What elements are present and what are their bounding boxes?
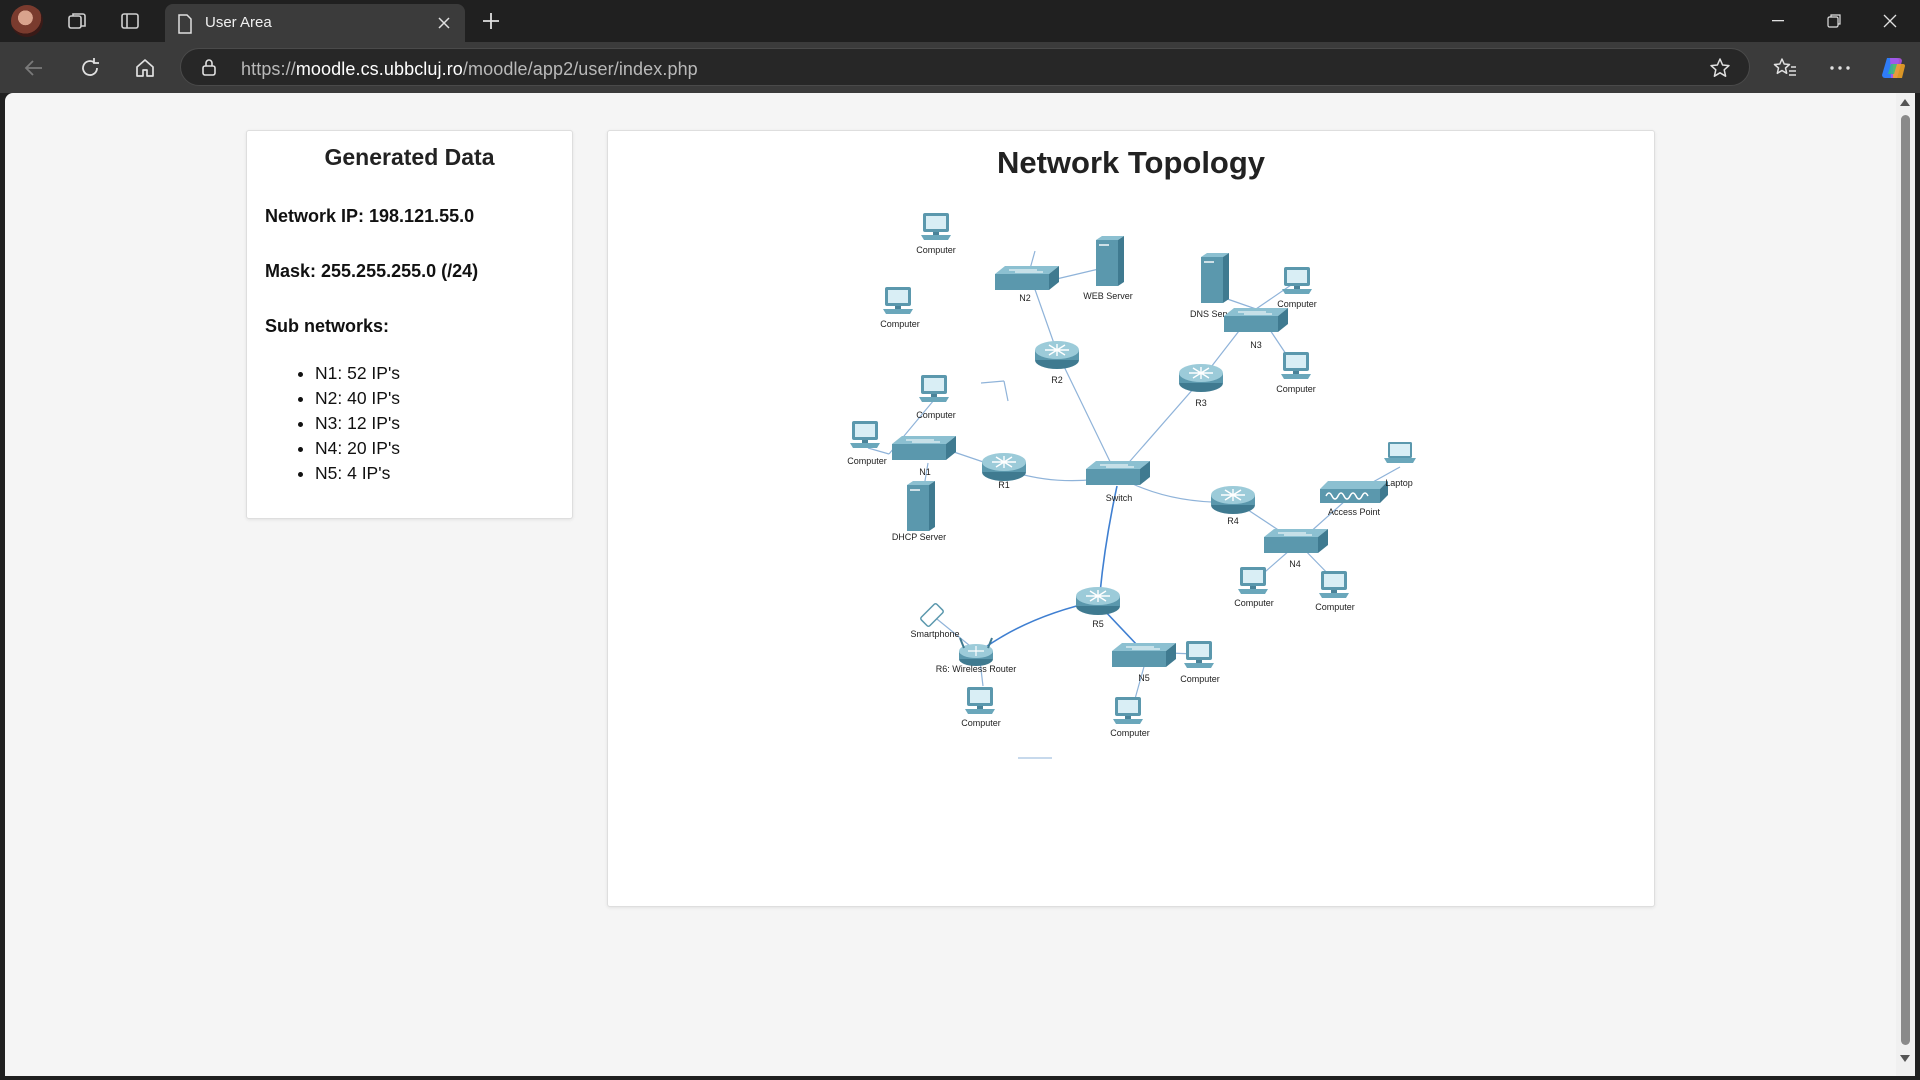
list-item: N4: 20 IP's <box>315 436 400 461</box>
home-button[interactable] <box>131 54 159 82</box>
back-button[interactable] <box>20 54 48 82</box>
computer-icon[interactable] <box>883 287 913 314</box>
router-r1-icon[interactable] <box>981 452 1027 482</box>
network-ip-text: Network IP: 198.121.55.0 <box>265 206 475 226</box>
device-label: Computer <box>1276 384 1316 394</box>
device-label: Computer <box>1315 602 1355 612</box>
tab-actions-icon[interactable] <box>117 9 143 33</box>
list-item: N2: 40 IP's <box>315 386 400 411</box>
device-label: Computer <box>1180 674 1220 684</box>
workspaces-icon[interactable] <box>64 9 90 33</box>
mask-text: Mask: 255.255.255.0 (/24) <box>265 261 479 281</box>
central-switch-icon[interactable] <box>1085 460 1151 486</box>
device-label: Computer <box>961 718 1001 728</box>
list-item: N1: 52 IP's <box>315 361 400 386</box>
new-tab-button[interactable] <box>478 8 504 34</box>
device-label: Access Point <box>1328 507 1381 517</box>
computer-icon[interactable] <box>1113 697 1143 724</box>
address-bar[interactable]: https://moodle.cs.ubbcluj.ro/moodle/app2… <box>180 48 1750 86</box>
device-label: Computer <box>916 245 956 255</box>
page-scrollbar[interactable] <box>1896 93 1915 1076</box>
restore-button[interactable] <box>1806 0 1862 42</box>
copilot-icon[interactable] <box>1879 54 1907 82</box>
computer-icon[interactable] <box>1282 267 1312 294</box>
device-label: Computer <box>1110 728 1150 738</box>
url-text[interactable]: https://moodle.cs.ubbcluj.ro/moodle/app2… <box>241 59 698 80</box>
device-label: N1 <box>919 467 931 477</box>
profile-avatar[interactable] <box>11 5 43 37</box>
router-r3-icon[interactable] <box>1178 363 1224 393</box>
browser-toolbar: https://moodle.cs.ubbcluj.ro/moodle/app2… <box>0 42 1920 93</box>
favorite-star-icon[interactable] <box>1709 57 1731 84</box>
device-label: Computer <box>847 456 887 466</box>
computer-icon[interactable] <box>919 375 949 402</box>
page-icon <box>177 14 193 39</box>
dhcp-server-icon[interactable] <box>907 481 935 531</box>
close-tab-icon[interactable] <box>433 12 455 34</box>
device-label: R3 <box>1195 398 1207 408</box>
smartphone-icon[interactable] <box>919 602 945 628</box>
device-label: Computer <box>1234 598 1274 608</box>
router-r2-icon[interactable] <box>1034 340 1080 370</box>
device-label: Laptop <box>1385 478 1413 488</box>
computer-icon[interactable] <box>1184 641 1214 668</box>
switch-n1-icon[interactable] <box>891 435 957 461</box>
lock-icon[interactable] <box>201 58 217 81</box>
switch-n4-icon[interactable] <box>1263 528 1329 554</box>
device-label: Switch <box>1106 493 1133 503</box>
laptop-icon[interactable] <box>1384 442 1416 463</box>
more-options-icon[interactable] <box>1826 54 1854 82</box>
subnets-list: N1: 52 IP's N2: 40 IP's N3: 12 IP's N4: … <box>265 361 400 486</box>
wireless-router-r6-icon[interactable] <box>958 637 994 667</box>
device-label: WEB Server <box>1083 291 1133 301</box>
close-window-button[interactable] <box>1862 0 1918 42</box>
computer-icon[interactable] <box>850 421 880 448</box>
device-label: R6: Wireless Router <box>936 664 1017 674</box>
device-label: R2 <box>1051 375 1063 385</box>
tab-title: User Area <box>205 14 272 31</box>
device-label: Computer <box>1277 299 1317 309</box>
device-label: R5 <box>1092 619 1104 629</box>
computer-icon[interactable] <box>1281 352 1311 379</box>
router-r5-icon[interactable] <box>1075 586 1121 616</box>
switch-n2-icon[interactable] <box>994 265 1060 291</box>
generated-data-card: Generated Data Network IP: 198.121.55.0 … <box>246 130 573 519</box>
dns-server-icon[interactable] <box>1201 253 1229 303</box>
subnets-heading: Sub networks: <box>265 316 390 336</box>
computer-icon[interactable] <box>1238 567 1268 594</box>
page-viewport: Generated Data Network IP: 198.121.55.0 … <box>5 93 1896 1076</box>
router-r4-icon[interactable] <box>1210 485 1256 515</box>
scroll-down-arrow-icon[interactable] <box>1900 1055 1910 1062</box>
computer-icon[interactable] <box>921 213 951 240</box>
topology-diagram: Computer N2 WEB Server Computer R2 DNS S… <box>847 213 1416 759</box>
computer-icon[interactable] <box>1319 571 1349 598</box>
network-links-primary <box>979 485 1139 652</box>
device-label: N4 <box>1289 559 1301 569</box>
device-label: Smartphone <box>910 629 959 639</box>
scrollbar-thumb[interactable] <box>1901 115 1910 1045</box>
switch-n3-icon[interactable] <box>1223 307 1289 333</box>
scroll-up-arrow-icon[interactable] <box>1900 99 1910 106</box>
device-label: Computer <box>916 410 956 420</box>
device-label: R4 <box>1227 516 1239 526</box>
generated-data-heading: Generated Data <box>324 144 495 170</box>
access-point-icon[interactable] <box>1319 480 1389 504</box>
web-server-icon[interactable] <box>1096 236 1124 286</box>
favorites-icon[interactable] <box>1771 54 1799 82</box>
refresh-button[interactable] <box>76 54 104 82</box>
device-label: R1 <box>998 480 1010 490</box>
device-label: N3 <box>1250 340 1262 350</box>
device-label: N5 <box>1138 673 1150 683</box>
tab-strip: User Area <box>0 0 1920 42</box>
list-item: N5: 4 IP's <box>315 461 400 486</box>
device-label: DHCP Server <box>892 532 946 542</box>
list-item: N3: 12 IP's <box>315 411 400 436</box>
network-topology-card: Network Topology Computer N2 WEB Server … <box>607 130 1655 907</box>
computer-icon[interactable] <box>965 687 995 714</box>
switch-n5-icon[interactable] <box>1111 642 1177 668</box>
tab-user-area[interactable]: User Area <box>165 4 465 42</box>
device-label: N2 <box>1019 293 1031 303</box>
minimize-button[interactable] <box>1750 0 1806 42</box>
device-label: Computer <box>880 319 920 329</box>
